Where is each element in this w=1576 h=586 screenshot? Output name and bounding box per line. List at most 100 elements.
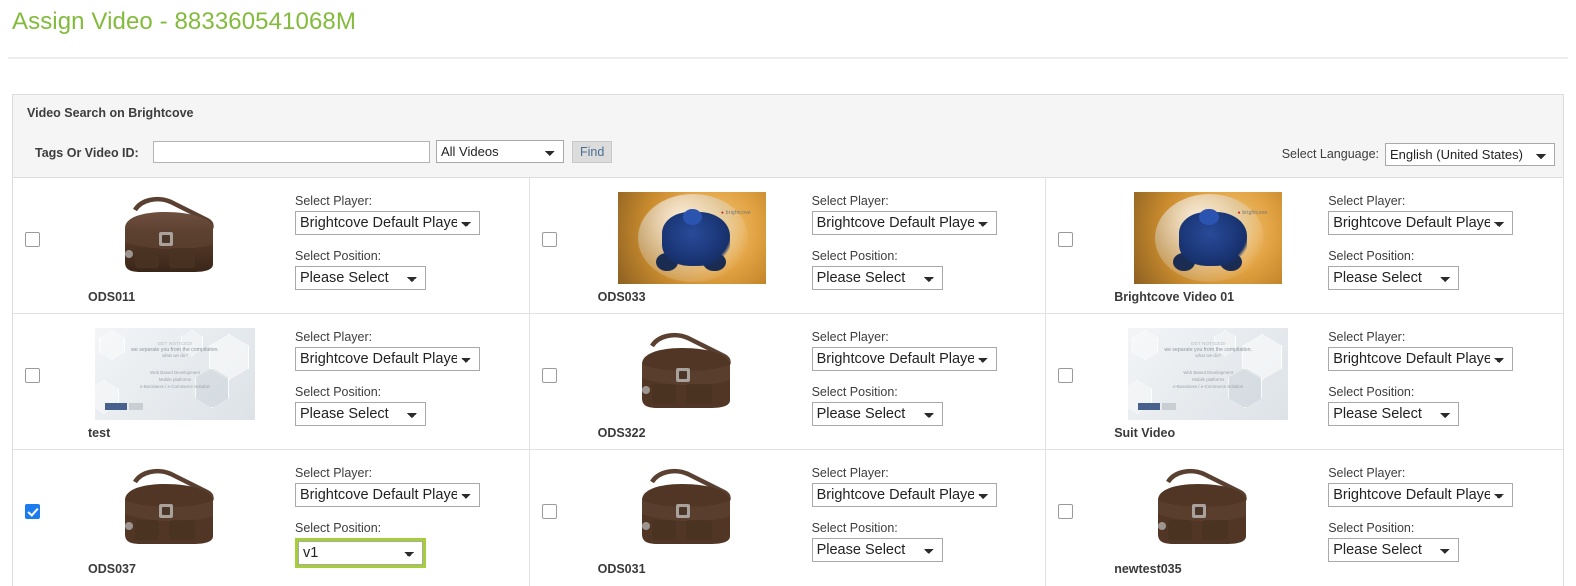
video-controls: Select Player: Brightcove Default Player… — [811, 194, 997, 290]
quadbike-thumbnail[interactable]: ● brightcove — [617, 192, 766, 284]
promo-logo-bar — [105, 403, 143, 410]
player-select[interactable]: Brightcove Default Player — [295, 347, 480, 371]
select-player-label: Select Player: — [811, 330, 889, 344]
player-select[interactable]: Brightcove Default Player — [1328, 347, 1514, 371]
video-select-checkbox-wrap — [541, 368, 557, 383]
position-select[interactable]: Please Select — [1328, 538, 1460, 562]
video-select-checkbox[interactable] — [1058, 232, 1074, 247]
promo-headline: GET NOTICED! we separate you from the co… — [95, 341, 255, 359]
video-card: newtest035 Select Player: Brightcove Def… — [1046, 450, 1563, 586]
video-controls: Select Player: Brightcove Default Player… — [1328, 330, 1514, 426]
video-select-checkbox-wrap — [541, 504, 557, 519]
video-thumbnail-block: newtest035 — [1108, 464, 1308, 576]
search-scope-select[interactable]: All Videos — [436, 140, 564, 163]
bag-thumbnail[interactable] — [611, 328, 772, 420]
video-controls: Select Player: Brightcove Default Player… — [811, 330, 997, 426]
video-select-checkbox[interactable] — [541, 368, 557, 383]
video-select-checkbox[interactable] — [1058, 368, 1074, 383]
video-card: GET NOTICED! we separate you from the co… — [13, 314, 530, 450]
promo-bar-dark — [105, 403, 127, 410]
video-controls: Select Player: Brightcove Default Player… — [1328, 466, 1514, 562]
promo-item-2: Mobile platforms — [1192, 376, 1225, 382]
video-name: ODS031 — [597, 562, 646, 576]
promo-item-1: Web Based Development — [1183, 370, 1234, 375]
select-position-label: Select Position: — [1328, 249, 1415, 263]
select-position-label: Select Position: — [295, 521, 382, 535]
brightcove-logo: ● brightcove — [720, 210, 751, 217]
video-select-checkbox[interactable] — [1058, 504, 1074, 519]
video-name: test — [88, 426, 111, 440]
video-card: ODS011 Select Player: Brightcove Default… — [13, 178, 530, 314]
video-thumbnail-block: ● brightcove Brightcove Video 01 — [1108, 192, 1308, 304]
language-selector: Select Language: English (United States) — [1282, 141, 1555, 167]
video-controls: Select Player: Brightcove Default Player… — [1328, 194, 1514, 290]
language-select[interactable]: English (United States) — [1385, 142, 1555, 166]
video-grid-row: GET NOTICED! we separate you from the co… — [13, 314, 1563, 450]
video-name: ODS011 — [88, 290, 136, 304]
brightcove-logo-text: brightcove — [725, 210, 751, 217]
video-card: ODS031 Select Player: Brightcove Default… — [530, 450, 1047, 586]
video-thumbnail-block: ODS322 — [592, 328, 792, 440]
video-select-checkbox[interactable] — [25, 504, 40, 519]
select-player-label: Select Player: — [295, 194, 373, 208]
promo-services-list: Web Based Development Mobile platforms e… — [95, 370, 255, 390]
player-select[interactable]: Brightcove Default Player — [811, 211, 997, 235]
select-language-label: Select Language: — [1281, 147, 1379, 161]
bag-icon — [125, 469, 214, 544]
find-button[interactable]: Find — [572, 141, 613, 163]
promo-headline: GET NOTICED! we separate you from the co… — [1128, 341, 1288, 359]
brightcove-logo-text: brightcove — [1242, 210, 1268, 217]
promo-bar-light — [129, 403, 143, 410]
video-name: newtest035 — [1114, 562, 1182, 576]
brightcove-logo: ● brightcove — [1237, 210, 1268, 217]
promo-slide-thumbnail[interactable]: GET NOTICED! we separate you from the co… — [95, 328, 255, 420]
position-select[interactable]: Please Select — [1328, 266, 1460, 290]
video-card: ODS322 Select Player: Brightcove Default… — [530, 314, 1047, 450]
position-select[interactable]: v1 — [298, 541, 423, 565]
position-select[interactable]: Please Select — [295, 266, 426, 290]
quadbike-thumbnail[interactable]: ● brightcove — [1134, 192, 1283, 284]
player-select[interactable]: Brightcove Default Player — [1328, 483, 1514, 507]
promo-item-3: e-Bussiness / e-Commerce Solution — [139, 383, 211, 389]
video-select-checkbox-wrap — [25, 504, 40, 519]
video-select-checkbox[interactable] — [25, 232, 40, 247]
video-name: Suit Video — [1114, 426, 1176, 440]
bag-thumbnail[interactable] — [95, 192, 255, 284]
bag-thumbnail[interactable] — [1128, 464, 1289, 556]
assign-video-page: Assign Video - 883360541068M Video Searc… — [0, 0, 1576, 586]
video-select-checkbox-wrap — [25, 368, 40, 383]
video-select-checkbox-wrap — [1058, 504, 1074, 519]
promo-line-3: what we do? — [162, 353, 188, 359]
video-select-checkbox[interactable] — [25, 368, 40, 383]
position-select[interactable]: Please Select — [811, 266, 943, 290]
player-select[interactable]: Brightcove Default Player — [295, 483, 480, 507]
video-controls: Select Player: Brightcove Default Player… — [295, 466, 480, 568]
promo-slide-thumbnail[interactable]: GET NOTICED! we separate you from the co… — [1128, 328, 1289, 420]
player-select[interactable]: Brightcove Default Player — [295, 211, 480, 235]
bag-thumbnail[interactable] — [95, 464, 255, 556]
video-select-checkbox[interactable] — [541, 232, 557, 247]
bag-icon — [125, 197, 214, 272]
video-thumbnail-block: ODS037 — [75, 464, 275, 576]
position-select[interactable]: Please Select — [811, 402, 943, 426]
video-search-header: Video Search on Brightcove Tags Or Video… — [13, 95, 1563, 178]
search-input[interactable] — [153, 141, 430, 163]
video-card: GET NOTICED! we separate you from the co… — [1046, 314, 1563, 450]
bag-icon — [641, 469, 731, 544]
player-select[interactable]: Brightcove Default Player — [811, 483, 997, 507]
promo-logo-bar — [1138, 403, 1177, 410]
video-name: ODS322 — [597, 426, 646, 440]
select-position-label: Select Position: — [295, 249, 382, 263]
video-name: Brightcove Video 01 — [1114, 290, 1235, 304]
position-select[interactable]: Please Select — [1328, 402, 1460, 426]
video-select-checkbox[interactable] — [541, 504, 557, 519]
promo-item-1: Web Based Development — [150, 370, 200, 375]
position-select[interactable]: Please Select — [811, 538, 943, 562]
video-thumbnail-block: GET NOTICED! we separate you from the co… — [75, 328, 275, 440]
player-select[interactable]: Brightcove Default Player — [1328, 211, 1514, 235]
select-player-label: Select Player: — [295, 466, 373, 480]
position-select[interactable]: Please Select — [295, 402, 426, 426]
bag-thumbnail[interactable] — [611, 464, 772, 556]
player-select[interactable]: Brightcove Default Player — [811, 347, 997, 371]
select-position-label: Select Position: — [1328, 521, 1415, 535]
